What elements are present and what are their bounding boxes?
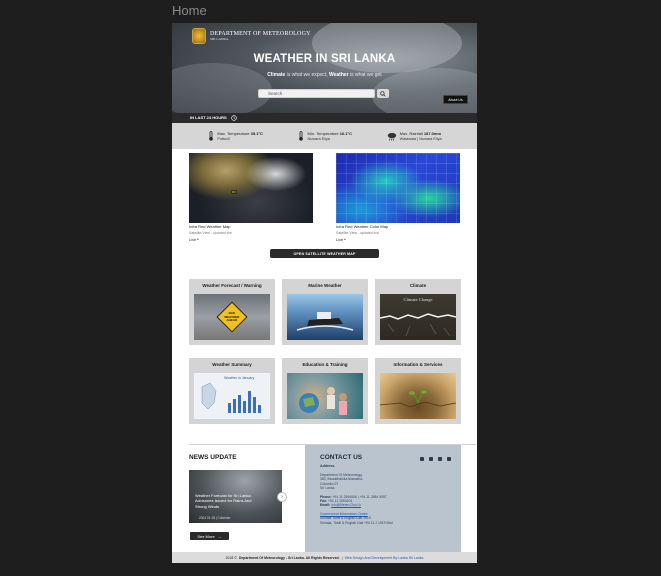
card-climate[interactable]: Climate Climate Change <box>375 279 461 345</box>
site-logo[interactable]: DEPARTMENT OF METEOROLOGY SRI LANKA <box>192 28 311 44</box>
email-line: Email: info@Meteo.Gov.Lk <box>320 503 361 508</box>
card-weather-forecast[interactable]: Weather Forecast / Warning BAD WEATHER A… <box>189 279 275 345</box>
card-marine-weather[interactable]: Marine Weather <box>282 279 368 345</box>
live-indicator: Live • <box>336 237 346 243</box>
chevron-right-icon: › <box>281 494 283 500</box>
youtube-icon[interactable] <box>438 457 442 461</box>
sprout-image <box>380 373 456 419</box>
info-centre-line: Sinhala, Tamil & English Dial +94 11 2 1… <box>320 520 393 525</box>
last-24-label: IN LAST 24 HOURS <box>190 115 227 120</box>
emblem-icon <box>192 28 206 44</box>
search-button[interactable] <box>377 89 389 98</box>
card-title: Climate <box>409 283 427 288</box>
page-title: WEATHER IN SRI LANKA <box>253 53 396 65</box>
stat-max-temperature: Max. Temperature 35.1°C Pottuvil <box>207 131 263 141</box>
card-weather-summary[interactable]: Weather Summary Weather in January <box>189 358 275 424</box>
thermometer-icon <box>298 131 305 141</box>
map-subtitle: Satellite View - updated live <box>189 231 232 235</box>
credit-link[interactable]: Web Design And Development By Lanka Sri … <box>345 556 424 560</box>
address-line: Sri Lanka. <box>320 486 336 491</box>
climate-change-image: Climate Change <box>380 294 456 340</box>
news-date: 2024 01 28 | Colombo <box>199 516 231 520</box>
stat-max-rainfall: Max. Rainfall 187.0mm Watawala | Nuwara … <box>387 131 442 141</box>
card-education-training[interactable]: Education & Training <box>282 358 368 424</box>
linkedin-icon[interactable] <box>429 457 433 461</box>
arrow-right-icon: → <box>217 533 222 539</box>
hero-tagline: Climate is what we expect, Weather is wh… <box>267 72 382 78</box>
warning-sign-image: BAD WEATHER AHEAD <box>194 294 270 340</box>
map-title: Infra Red Weather Color Map <box>336 224 389 229</box>
hero-banner: DEPARTMENT OF METEOROLOGY SRI LANKA WEAT… <box>172 23 477 113</box>
card-title: Education & Training <box>302 362 348 367</box>
next-arrow-button[interactable]: › <box>277 492 287 502</box>
contact-panel: CONTACT US Address Department Of Meteoro… <box>305 445 461 552</box>
instagram-icon[interactable] <box>447 457 451 461</box>
stat-min-temperature: Min. Temperature 16.1°C Nuwara Eliya <box>298 131 352 141</box>
infra-red-map[interactable]: ••• <box>189 153 313 223</box>
card-information-services[interactable]: Information & Services <box>375 358 461 424</box>
card-title: Information & Services <box>393 362 443 367</box>
logo-subtitle: SRI LANKA <box>210 37 229 41</box>
search-icon <box>380 90 386 97</box>
map-title: Infra Red Weather Map <box>189 224 231 229</box>
footer: 2018 © Department Of Meteorology - Sri L… <box>172 552 477 563</box>
frame-title: Home <box>172 3 207 18</box>
about-us-button[interactable]: About Us <box>443 95 468 104</box>
last-24-hours-bar: IN LAST 24 HOURS <box>172 113 477 123</box>
news-title: NEWS UPDATE <box>189 454 237 461</box>
weather-stats: Max. Temperature 35.1°C Pottuvil Min. Te… <box>172 123 477 149</box>
copyright-text: Department Of Meteorology - Sri Lanka. A… <box>238 555 340 560</box>
see-more-button[interactable]: See More → <box>190 532 229 540</box>
thermometer-icon <box>207 131 214 141</box>
facebook-icon[interactable] <box>420 457 424 461</box>
news-card[interactable]: Weather Forecast for Sri Lanka: Advisori… <box>189 470 282 523</box>
email-link[interactable]: info@Meteo.Gov.Lk <box>331 503 361 507</box>
address-label: Address <box>320 464 335 468</box>
web-page: DEPARTMENT OF METEOROLOGY SRI LANKA WEAT… <box>172 23 477 563</box>
clock-icon <box>230 115 237 121</box>
social-links <box>420 457 451 461</box>
weather-summary-image: Weather in January <box>194 373 270 419</box>
education-image <box>287 373 363 419</box>
open-satellite-map-button[interactable]: OPEN SATELLITE WEATHER MAP <box>270 249 379 258</box>
card-title: Weather Forecast / Warning <box>202 283 262 288</box>
infra-red-color-map[interactable] <box>336 153 460 223</box>
search-input[interactable]: Search <box>258 89 375 98</box>
ship-image <box>287 294 363 340</box>
card-title: Marine Weather <box>308 283 342 288</box>
card-title: Weather Summary <box>212 362 252 367</box>
live-indicator: Live • <box>189 237 199 243</box>
rain-cloud-icon <box>387 131 397 141</box>
map-subtitle: Satellite View - updated live <box>336 231 379 235</box>
map-overlay-label: ••• <box>231 190 237 194</box>
news-caption: Weather Forecast for Sri Lanka: Advisori… <box>195 493 252 509</box>
